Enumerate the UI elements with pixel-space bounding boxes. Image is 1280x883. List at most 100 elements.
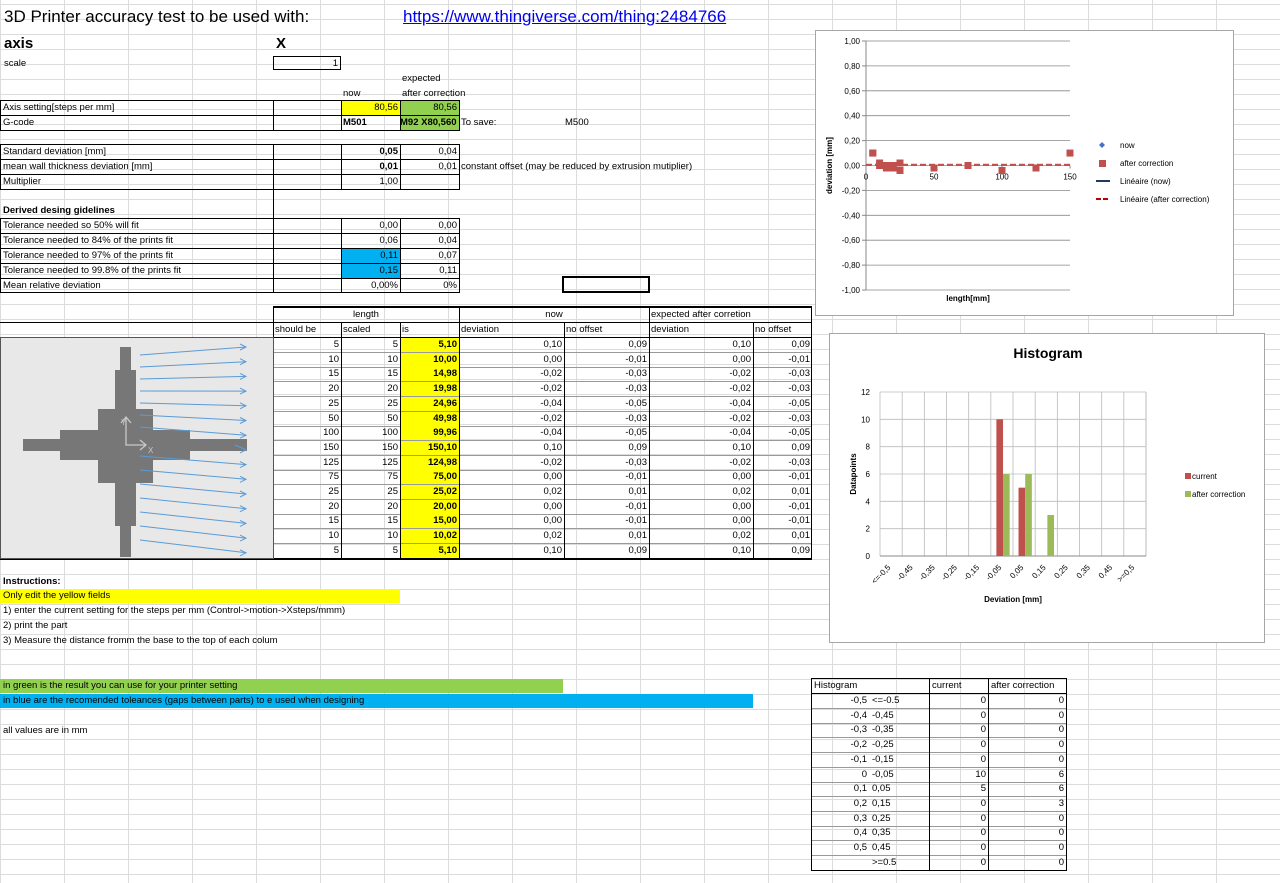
is-input[interactable]: 150,10 <box>400 440 459 455</box>
axis-value[interactable]: X <box>276 34 286 54</box>
histogram-chart[interactable]: Histogram 0 2 4 6 8 10 12 <=-0,5 -0,45 -0,35 -0,25-… <box>829 333 1265 643</box>
mt-cell-dev: 0,00 <box>543 500 563 512</box>
hist-row-current: 0 <box>980 856 986 868</box>
is-input[interactable]: 15,00 <box>400 514 459 529</box>
is-input[interactable]: 19,98 <box>400 382 459 397</box>
is-input[interactable]: 5,10 <box>400 338 459 352</box>
mt-cell-dev: 0,02 <box>543 486 563 497</box>
mt-cell-edev: -0,04 <box>729 427 751 439</box>
mt-cell-no: -0,01 <box>625 353 647 365</box>
sheet-title: 3D Printer accuracy test to be used with… <box>4 7 310 26</box>
gcode-after: M92 X80,560 <box>400 116 459 130</box>
instructions-step1: 1) enter the current setting for the ste… <box>3 605 346 616</box>
h-is: is <box>402 324 409 335</box>
is-input[interactable]: 10,02 <box>400 529 459 544</box>
derived-title: Derived desing gidelines <box>3 205 115 216</box>
scatter-xlabel: length[mm] <box>946 294 990 303</box>
selected-cell[interactable] <box>562 276 650 293</box>
legend-marker-after <box>1099 160 1106 167</box>
is-input[interactable]: 14,98 <box>400 367 459 382</box>
hist-xtick-label: 0,25 <box>1052 563 1070 581</box>
mt-cell-dev: 0,00 <box>543 471 563 483</box>
derived-after: 0% <box>443 280 457 291</box>
derived-label: Tolerance needed to 84% of the prints fi… <box>3 235 174 246</box>
hist-row-label: -0,25 <box>872 739 894 751</box>
scatter-ytick-label: 0,40 <box>844 112 860 121</box>
hist-xtick-label: 0,15 <box>1030 563 1048 581</box>
hist-row-label: 0,15 <box>872 797 891 809</box>
hist-row-after: 0 <box>1058 842 1064 853</box>
is-input[interactable]: 49,98 <box>400 411 459 426</box>
hist-xtick-label: -0,45 <box>895 563 915 583</box>
derived-now: 0,11 <box>341 249 400 263</box>
hist-row-current: 0 <box>980 695 986 706</box>
mt-cell-scaled: 75 <box>387 471 398 483</box>
wall-dev-after: 0,01 <box>438 161 458 172</box>
is-input[interactable]: 99,96 <box>400 426 459 441</box>
units-note: all values are in mm <box>3 725 88 736</box>
hist-xtick-label: 0,05 <box>1008 563 1026 581</box>
axis-setting-now-input[interactable]: 80,56 <box>341 101 400 115</box>
scatter-ytick-label: -0,60 <box>842 236 861 245</box>
hist-ylabel: Datapoints <box>849 453 858 495</box>
hist-row-current: 0 <box>980 739 986 751</box>
is-input[interactable]: 24,96 <box>400 396 459 411</box>
hist-row-label: -0,15 <box>872 753 894 765</box>
mt-cell-eno: -0,03 <box>788 412 810 424</box>
derived-label: Tolerance needed so 50% will fit <box>3 220 139 231</box>
hist-row-bin: 0,1 <box>853 783 867 795</box>
hist-row-bin <box>811 856 869 870</box>
hist-row-bin: 0,5 <box>853 842 867 853</box>
derived-label: Mean relative deviation <box>3 280 101 291</box>
hist-row-after: 0 <box>1058 827 1064 839</box>
mt-cell-eno: -0,05 <box>788 427 810 439</box>
wall-dev-note: constant offset (may be reduced by extru… <box>461 161 693 172</box>
mt-cell-dev: 0,10 <box>543 441 563 453</box>
is-input[interactable]: 5,10 <box>400 543 459 558</box>
mt-cell-eno: 0,09 <box>791 441 811 453</box>
scale-input[interactable]: 1 <box>273 56 341 70</box>
histogram-svg: Histogram024681012<=-0,5 -0,45 -0,35 -0,25-… <box>849 345 1245 604</box>
col-expected-header: expected <box>402 73 441 84</box>
mt-cell-eno: 0,09 <box>791 339 811 350</box>
is-input[interactable]: 25,02 <box>400 485 459 499</box>
is-input[interactable]: 10,00 <box>400 352 459 367</box>
gcode-label: G-code <box>3 117 35 128</box>
std-dev-now: 0,05 <box>379 146 399 157</box>
instructions-step3: 3) Measure the distance fromm the base t… <box>3 635 278 646</box>
mt-cell-eno: -0,01 <box>788 515 810 527</box>
mt-cell-scaled: 5 <box>392 339 398 350</box>
mt-cell-dev: -0,04 <box>540 397 562 409</box>
std-dev-after: 0,04 <box>438 146 458 157</box>
mt-cell-scaled: 15 <box>387 515 398 527</box>
is-input[interactable]: 20,00 <box>400 499 459 514</box>
mt-cell-dev: 0,10 <box>543 544 563 556</box>
mt-cell-eno: -0,01 <box>788 471 810 483</box>
mt-cell-edev: 0,02 <box>732 530 752 542</box>
is-input[interactable]: 75,00 <box>400 470 459 485</box>
mt-cell-no: 0,09 <box>628 339 648 350</box>
mt-cell-edev: 0,00 <box>732 515 752 527</box>
scatter-ytick-label: 0,20 <box>844 137 860 146</box>
is-input[interactable]: 124,98 <box>400 455 459 470</box>
mt-cell-dev: -0,02 <box>540 383 562 395</box>
deviation-scatter-chart[interactable]: 1,00 0,80 0,60 0,40 0,20 0,00 -0,20 -0,40 -0,60 -… <box>815 30 1234 316</box>
hist-row-current: 0 <box>980 797 986 809</box>
scatter-point-after <box>889 162 897 169</box>
hist-bar-after <box>1047 515 1055 556</box>
hist-row-after: 0 <box>1058 739 1064 751</box>
mt-cell-should: 25 <box>328 397 339 409</box>
hist-row-after: 3 <box>1058 797 1064 809</box>
scatter-point-after <box>964 162 972 169</box>
derived-after: 0,04 <box>438 235 458 246</box>
scatter-point-after <box>998 166 1006 174</box>
mt-cell-dev: 0,00 <box>543 515 563 527</box>
scatter-ytick-label: 1,00 <box>844 37 860 46</box>
mt-cell-eno: -0,01 <box>788 353 810 365</box>
hist-row-bin: -0,3 <box>850 724 867 736</box>
gcode-now: M501 <box>343 117 367 128</box>
thingiverse-link[interactable]: https://www.thingiverse.com/thing:248476… <box>403 6 726 28</box>
hist-row-current: 0 <box>980 827 986 839</box>
hist-xtick-label: -0,05 <box>984 563 1004 583</box>
hist-legend-marker <box>1185 473 1191 479</box>
